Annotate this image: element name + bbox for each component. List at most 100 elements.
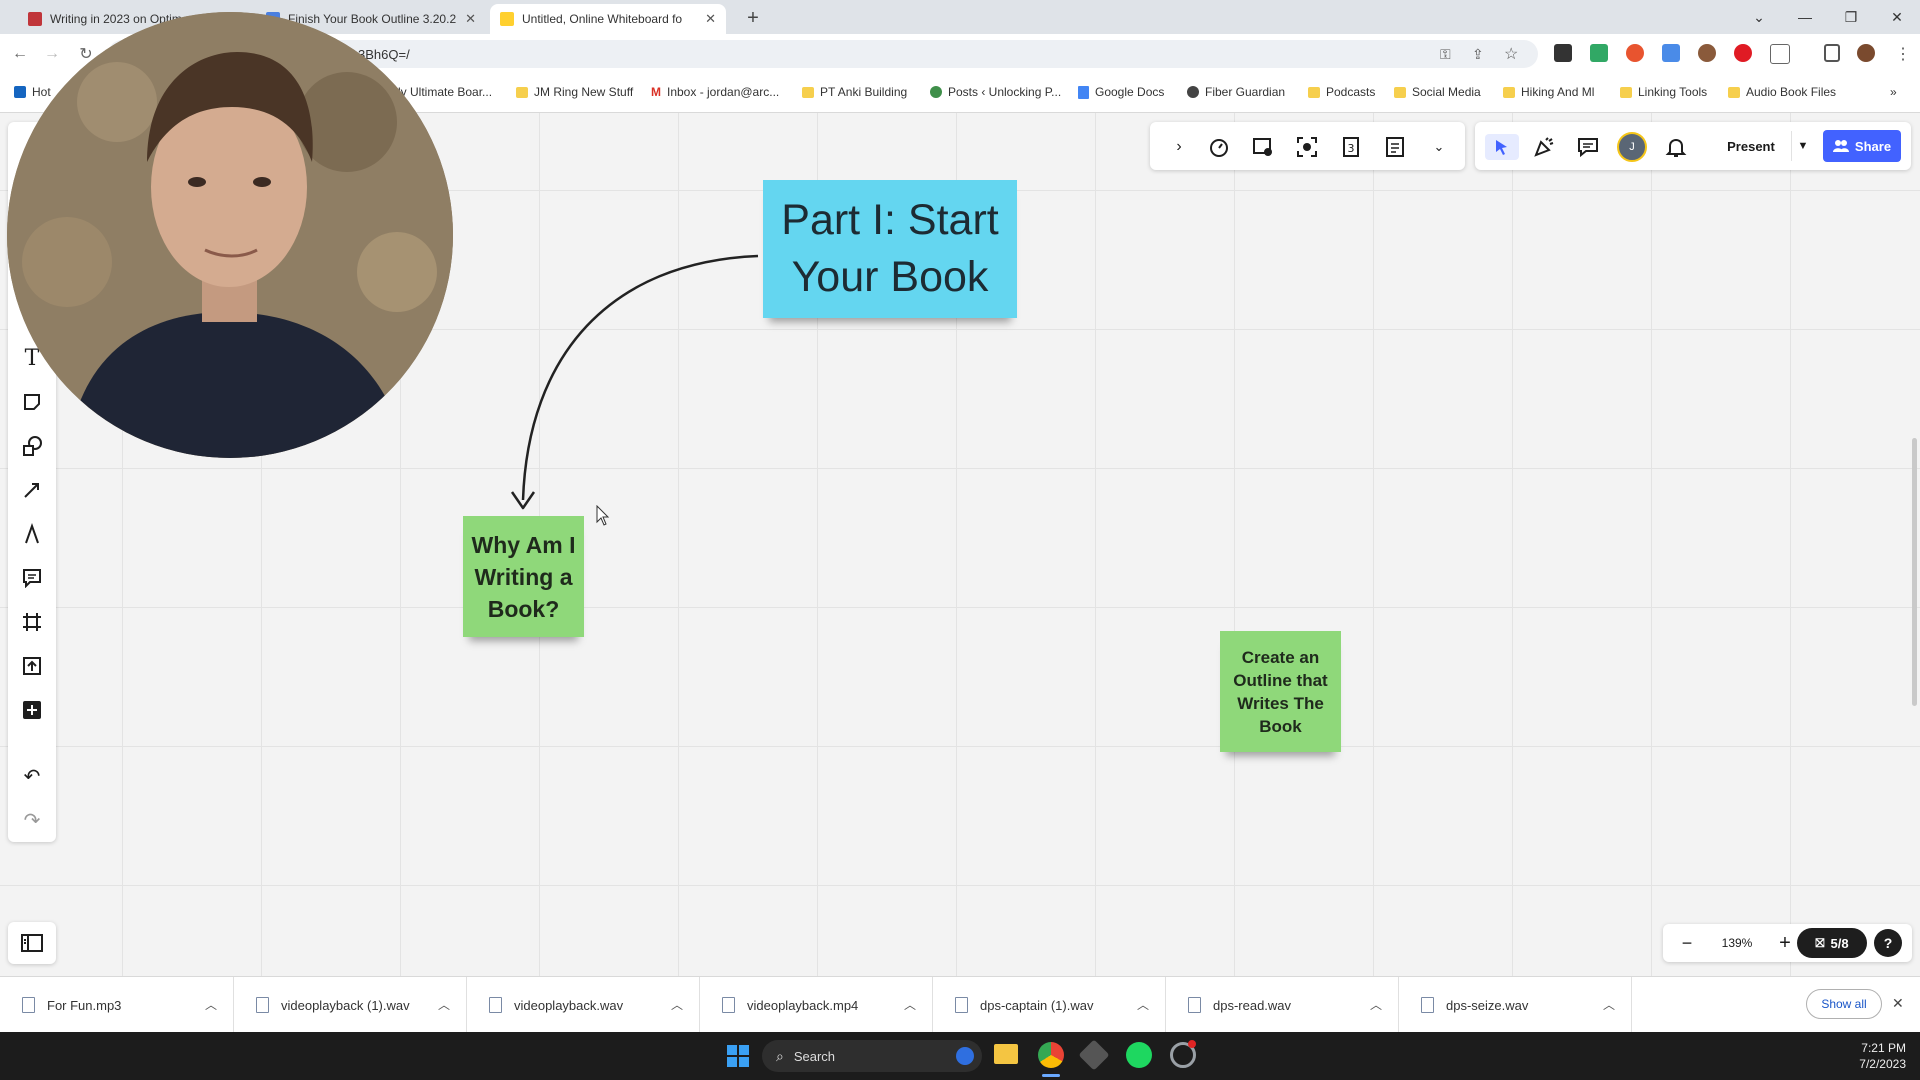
board-panel-toggle-button[interactable] xyxy=(8,922,56,964)
download-item[interactable]: videoplayback (1).wav ︿ xyxy=(234,977,467,1033)
sticky-note-tool-icon[interactable] xyxy=(18,388,46,416)
present-button[interactable]: Present xyxy=(1711,131,1791,161)
collaboration-panel: J Present ▼ Share xyxy=(1475,122,1911,170)
connection-line-tool-icon[interactable] xyxy=(18,476,46,504)
taskbar-clock[interactable]: 7:21 PM 7/2/2023 xyxy=(1820,1040,1906,1072)
file-icon xyxy=(955,997,968,1013)
upload-tool-icon[interactable] xyxy=(18,652,46,680)
clock-date: 7/2/2023 xyxy=(1859,1057,1906,1071)
more-apps-icon[interactable] xyxy=(18,696,46,724)
windows-taskbar: ⌕ Search 7:21 PM 7/2/2023 xyxy=(0,1032,1920,1080)
chevron-up-icon[interactable]: ︿ xyxy=(1603,996,1615,1013)
download-filename: videoplayback (1).wav xyxy=(281,997,410,1013)
mouse-cursor-icon xyxy=(596,505,610,526)
file-icon xyxy=(722,997,735,1013)
shapes-tool-icon[interactable] xyxy=(18,432,46,460)
app-icon[interactable] xyxy=(1078,1039,1110,1071)
recording-indicator xyxy=(1188,1040,1196,1048)
spotify-icon[interactable] xyxy=(1126,1042,1152,1068)
reactions-cursor-icon[interactable] xyxy=(1485,134,1519,160)
download-filename: For Fun.mp3 xyxy=(47,997,122,1013)
frame-tool-icon[interactable] xyxy=(18,608,46,636)
search-icon: ⌕ xyxy=(776,1047,784,1064)
present-options-chevron-icon[interactable]: ▼ xyxy=(1791,131,1814,161)
show-all-label: Show all xyxy=(1821,997,1867,1011)
user-avatar[interactable]: J xyxy=(1617,132,1647,162)
search-label: Search xyxy=(793,1048,836,1064)
frames-counter-button[interactable]: ⛝ 5/8 xyxy=(1797,928,1867,958)
webcam-overlay xyxy=(7,12,453,458)
file-icon xyxy=(489,997,502,1013)
expand-chevron-icon[interactable]: › xyxy=(1166,134,1192,160)
avatar-initial: J xyxy=(1629,141,1635,153)
download-filename: dps-captain (1).wav xyxy=(980,997,1094,1013)
focus-frame-icon[interactable] xyxy=(1294,134,1320,160)
chevron-up-icon[interactable]: ︿ xyxy=(1370,996,1382,1013)
help-label: ? xyxy=(1883,935,1893,951)
board-tools-panel: › 3 ⌄ xyxy=(1150,122,1465,170)
people-icon xyxy=(1832,140,1849,152)
celebrate-icon[interactable] xyxy=(1531,134,1557,160)
chevron-up-icon[interactable]: ︿ xyxy=(904,996,916,1013)
windows-start-icon[interactable] xyxy=(726,1044,750,1068)
vote-icon[interactable]: 3 xyxy=(1338,134,1364,160)
notifications-bell-icon[interactable] xyxy=(1663,134,1689,160)
clock-time: 7:21 PM xyxy=(1861,1041,1906,1055)
sticky-text: Create an Outline that Writes The Book xyxy=(1233,647,1328,736)
zoom-controls: − 139% + ⛝ 5/8 ? xyxy=(1663,924,1912,962)
close-downloads-icon[interactable]: ✕ xyxy=(1892,995,1904,1012)
sticky-note-why-writing[interactable]: Why Am I Writing a Book? xyxy=(463,516,584,637)
gift-icon: ⛝ xyxy=(1815,935,1825,950)
chevron-up-icon[interactable]: ︿ xyxy=(205,996,217,1013)
download-item[interactable]: dps-captain (1).wav ︿ xyxy=(933,977,1166,1033)
present-label: Present xyxy=(1727,138,1775,154)
notes-icon[interactable] xyxy=(1382,134,1408,160)
chevron-up-icon[interactable]: ︿ xyxy=(438,996,450,1013)
redo-icon[interactable]: ↷ xyxy=(18,806,46,834)
active-app-indicator xyxy=(1042,1074,1060,1077)
svg-text:3: 3 xyxy=(1348,142,1355,155)
zoom-in-label: + xyxy=(1779,931,1791,954)
download-item[interactable]: videoplayback.mp4 ︿ xyxy=(700,977,933,1033)
download-item[interactable]: dps-read.wav ︿ xyxy=(1166,977,1399,1033)
download-filename: videoplayback.wav xyxy=(514,997,624,1013)
download-filename: videoplayback.mp4 xyxy=(747,997,859,1013)
download-item[interactable]: videoplayback.wav ︿ xyxy=(467,977,700,1033)
sticky-text: Part I: Start Your Book xyxy=(781,196,999,301)
download-item[interactable]: dps-seize.wav ︿ xyxy=(1399,977,1632,1033)
video-call-icon[interactable] xyxy=(1250,134,1276,160)
share-label: Share xyxy=(1854,138,1892,154)
file-explorer-icon[interactable] xyxy=(994,1044,1018,1064)
chevron-up-icon[interactable]: ︿ xyxy=(1137,996,1149,1013)
zoom-out-button[interactable]: − xyxy=(1673,929,1701,957)
pen-tool-icon[interactable] xyxy=(18,520,46,548)
file-icon xyxy=(1188,997,1201,1013)
sidebar-toggle-icon xyxy=(21,934,43,952)
zoom-in-button[interactable]: + xyxy=(1771,929,1799,957)
download-filename: dps-read.wav xyxy=(1213,997,1292,1013)
bing-icon xyxy=(956,1047,974,1065)
chevron-up-icon[interactable]: ︿ xyxy=(671,996,683,1013)
zoom-level-text: 139% xyxy=(1721,936,1753,950)
vertical-scrollbar[interactable] xyxy=(1912,438,1917,706)
frames-counter-text: 5/8 xyxy=(1830,935,1849,951)
share-button[interactable]: Share xyxy=(1823,130,1901,162)
show-all-downloads-button[interactable]: Show all xyxy=(1806,989,1882,1019)
timer-icon[interactable] xyxy=(1206,134,1232,160)
chat-icon[interactable] xyxy=(1575,134,1601,160)
file-icon xyxy=(22,997,35,1013)
chrome-icon[interactable] xyxy=(1038,1042,1064,1068)
file-icon xyxy=(1421,997,1434,1013)
comment-tool-icon[interactable] xyxy=(18,564,46,592)
taskbar-search-box[interactable]: ⌕ Search xyxy=(762,1040,982,1072)
zoom-level[interactable]: 139% xyxy=(1707,929,1767,957)
zoom-out-label: − xyxy=(1681,932,1693,953)
download-item[interactable]: For Fun.mp3 ︿ xyxy=(0,977,234,1033)
help-button[interactable]: ? xyxy=(1874,929,1902,957)
sticky-note-part-one[interactable]: Part I: Start Your Book xyxy=(763,180,1017,318)
file-icon xyxy=(256,997,269,1013)
more-tools-chevron-icon[interactable]: ⌄ xyxy=(1426,134,1452,160)
sticky-note-create-outline[interactable]: Create an Outline that Writes The Book xyxy=(1220,631,1341,752)
undo-icon[interactable]: ↶ xyxy=(18,762,46,790)
presenter-video-image xyxy=(7,12,453,458)
